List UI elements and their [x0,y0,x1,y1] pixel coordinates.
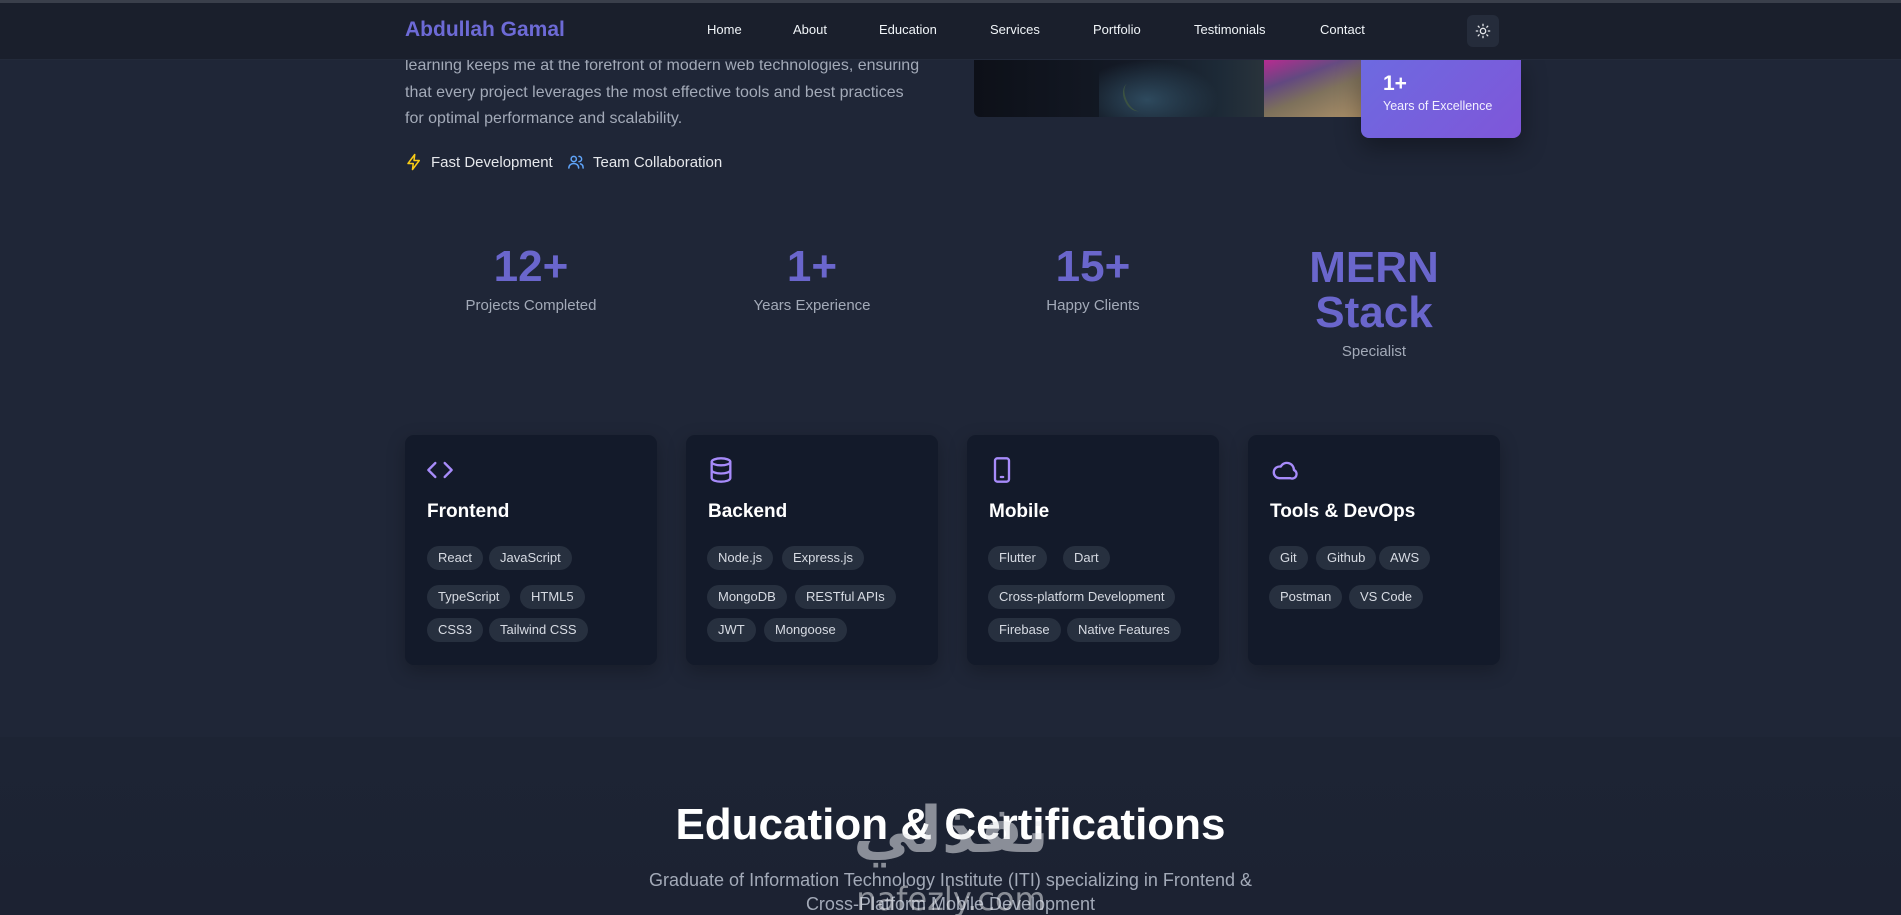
stat-specialty: MERN Stack Specialist [1234,245,1514,360]
card-title: Frontend [427,501,510,522]
nav-link-about[interactable]: About [793,22,827,37]
stat-value: MERN Stack [1309,243,1439,337]
skill-tag: JWT [707,618,756,642]
excellence-badge: 1+ Years of Excellence [1361,58,1521,138]
stat-projects: 12+ Projects Completed [391,242,671,315]
code-icon [427,461,453,479]
stat-clients: 15+ Happy Clients [953,242,1233,315]
feature-team-collaboration: Team Collaboration [567,153,722,171]
card-title: Mobile [989,501,1050,522]
section-title: Education & Certifications [675,800,1226,849]
skill-tag: CSS3 [427,618,483,642]
section-subtitle: Graduate of Information Technology Insti… [0,868,1901,915]
stat-label: Happy Clients [1046,297,1140,314]
users-icon [568,155,584,169]
excellence-value: 1+ [1383,72,1407,95]
skill-tag: HTML5 [520,585,585,609]
skill-tag: Postman [1269,585,1343,609]
skill-tag: Tailwind CSS [489,618,588,642]
skill-tag: JavaScript [489,546,572,570]
stat-label: Specialist [1341,343,1407,360]
sun-icon [1475,23,1491,39]
skill-tag: Express.js [782,546,864,570]
nav-links: Home About Education Services Portfolio … [0,22,1901,42]
skill-tag: Github [1316,546,1377,570]
nav-link-education[interactable]: Education [879,22,937,37]
skill-tag: Native Features [1067,618,1181,642]
phone-icon [993,457,1011,483]
skill-tag: VS Code [1349,585,1424,609]
skill-tag: Node.js [707,546,774,570]
skill-tag: RESTful APIs [795,585,896,609]
skill-tag: Cross-platform Development [988,585,1176,609]
skill-tag: AWS [1379,546,1431,570]
stat-label: Projects Completed [465,297,597,314]
database-icon [710,457,732,483]
stat-value: 15+ [1055,242,1131,291]
skill-tag: React [427,546,483,570]
skill-tag: TypeScript [427,585,511,609]
stat-value: 12+ [493,242,569,291]
hero-workspace-image [974,60,1372,117]
skill-tag: Dart [1063,546,1110,570]
stat-label: Years Experience [753,297,871,314]
feature-fast-development: Fast Development [405,153,553,171]
stat-experience: 1+ Years Experience [672,242,952,315]
about-paragraph: learning keeps me at the forefront of mo… [405,57,920,127]
nav-link-home[interactable]: Home [707,22,742,37]
cloud-icon [1272,461,1298,480]
nav-link-services[interactable]: Services [990,22,1040,37]
skill-card-frontend: Frontend React JavaScript TypeScript HTM… [405,435,657,665]
theme-toggle-button[interactable] [1467,15,1499,47]
skill-card-tools-devops: Tools & DevOps Git Github AWS Postman VS… [1248,435,1500,665]
stat-value: 1+ [786,242,838,291]
skill-tag: Firebase [988,618,1061,642]
navbar: Abdullah Gamal Home About Education Serv… [0,0,1901,60]
skill-tag: Git [1269,546,1308,570]
subtitle-line: Graduate of Information Technology Insti… [649,870,1252,890]
card-title: Backend [708,501,788,522]
nav-link-portfolio[interactable]: Portfolio [1093,22,1141,37]
skill-tag: MongoDB [707,585,787,609]
excellence-label: Years of Excellence [1383,99,1493,113]
skill-card-backend: Backend Node.js Express.js MongoDB RESTf… [686,435,938,665]
lightning-icon [407,153,420,171]
nav-link-contact[interactable]: Contact [1320,22,1365,37]
feature-label: Team Collaboration [593,153,723,171]
skill-card-mobile: Mobile Flutter Dart Cross-platform Devel… [967,435,1219,665]
card-title: Tools & DevOps [1270,501,1416,522]
nav-link-testimonials[interactable]: Testimonials [1194,22,1266,37]
feature-label: Fast Development [431,153,553,171]
skill-tag: Flutter [988,546,1047,570]
skill-tag: Mongoose [764,618,847,642]
feature-list: Fast Development Team Collaboration [405,153,805,173]
window-top-border [0,0,1901,3]
subtitle-line: Cross-Platform Mobile Development [805,894,1096,914]
